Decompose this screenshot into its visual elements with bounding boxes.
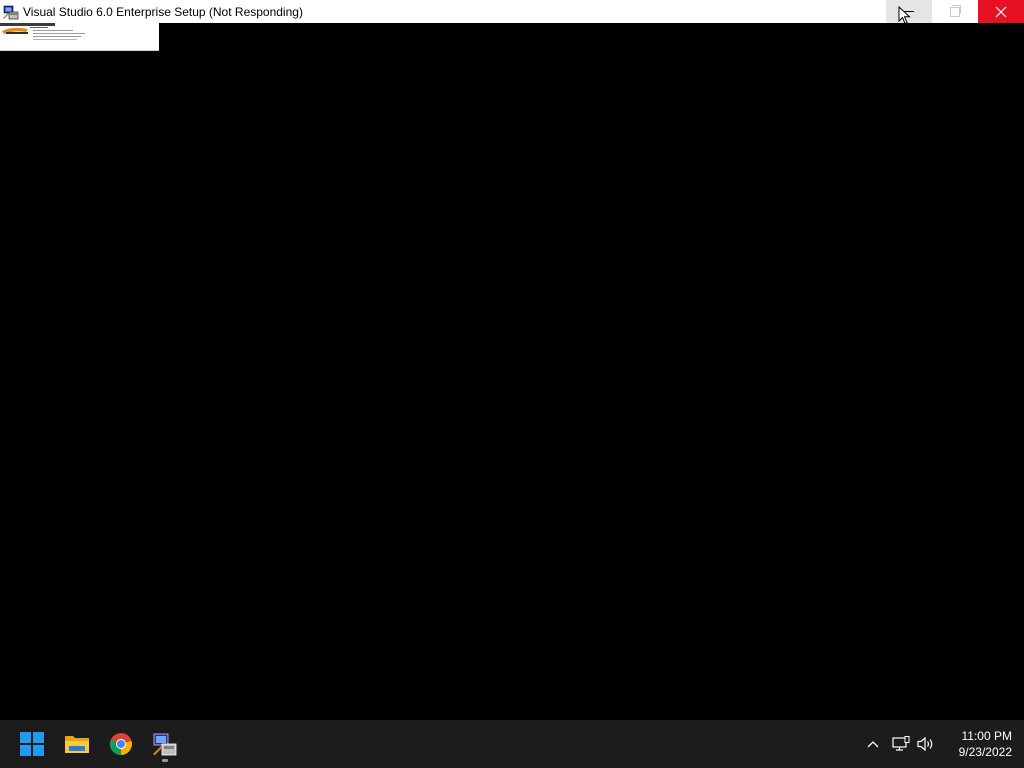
windows-logo-icon bbox=[20, 732, 44, 756]
clock-time: 11:00 PM bbox=[961, 729, 1012, 743]
volume-button[interactable] bbox=[915, 720, 937, 768]
visual-studio-setup-button[interactable] bbox=[145, 724, 185, 764]
restore-button[interactable] bbox=[932, 0, 978, 23]
window-titlebar[interactable]: Visual Studio 6.0 Enterprise Setup (Not … bbox=[0, 0, 1024, 23]
setup-splash-thumbnail bbox=[0, 23, 159, 51]
close-button[interactable] bbox=[978, 0, 1024, 23]
setup-icon bbox=[153, 733, 177, 756]
setup-app-icon bbox=[3, 4, 19, 20]
network-icon bbox=[892, 736, 910, 751]
active-app-indicator bbox=[162, 759, 168, 762]
taskbar: 11:00 PM 9/23/2022 bbox=[0, 720, 1024, 768]
file-explorer-button[interactable] bbox=[57, 724, 97, 764]
window-content-area bbox=[0, 51, 1024, 720]
chevron-up-icon bbox=[867, 741, 879, 748]
mouse-cursor-icon bbox=[898, 6, 911, 25]
folder-icon bbox=[65, 736, 89, 753]
close-icon bbox=[995, 6, 1007, 17]
clock-date: 9/23/2022 bbox=[958, 745, 1012, 759]
chrome-icon bbox=[109, 733, 132, 756]
window-title: Visual Studio 6.0 Enterprise Setup (Not … bbox=[23, 4, 303, 19]
show-hidden-icons-button[interactable] bbox=[862, 720, 884, 768]
restore-icon bbox=[950, 4, 961, 17]
volume-icon bbox=[917, 736, 933, 752]
start-button[interactable] bbox=[12, 724, 52, 764]
network-button[interactable] bbox=[890, 720, 912, 768]
clock-button[interactable]: 11:00 PM 9/23/2022 bbox=[959, 728, 1012, 760]
chrome-button[interactable] bbox=[101, 724, 141, 764]
